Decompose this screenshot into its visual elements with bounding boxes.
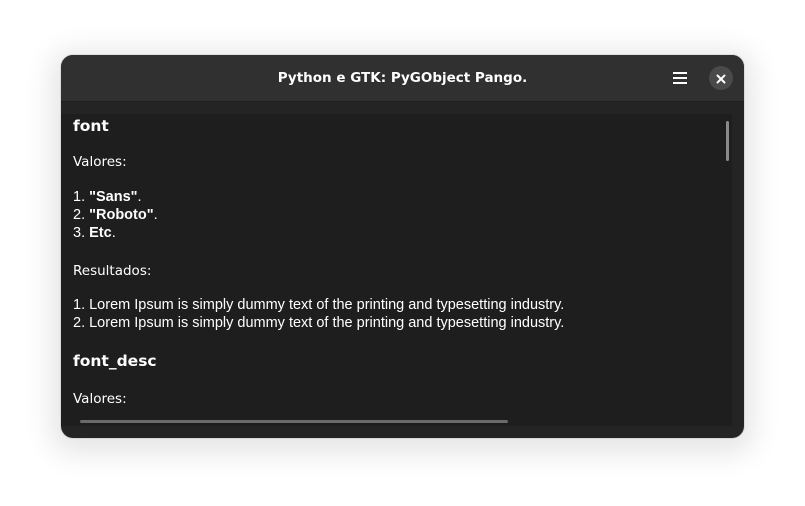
section-heading-font: font (73, 117, 109, 135)
value-item: 1. "Sans". (73, 189, 142, 205)
value-item: 2. "Roboto". (73, 207, 158, 223)
vertical-scrollbar[interactable] (726, 121, 729, 161)
close-button[interactable] (709, 66, 733, 90)
values-label: Valores: (73, 391, 127, 407)
header-bar[interactable]: Python e GTK: PyGObject Pango. (61, 55, 744, 102)
section-heading-font-desc: font_desc (73, 352, 157, 370)
close-icon (716, 69, 726, 88)
hamburger-menu-icon (672, 71, 688, 85)
window-title: Python e GTK: PyGObject Pango. (277, 70, 528, 86)
app-window: Python e GTK: PyGObject Pango. font Valo… (61, 55, 744, 438)
results-label: Resultados: (73, 263, 152, 279)
horizontal-scrollbar[interactable] (80, 420, 508, 423)
values-label: Valores: (73, 154, 127, 170)
scrolled-content[interactable]: font Valores: 1. "Sans". 2. "Roboto". 3.… (61, 114, 732, 426)
menu-button[interactable] (667, 66, 693, 90)
result-item: 1. Lorem Ipsum is simply dummy text of t… (73, 297, 565, 313)
result-item: 2. Lorem Ipsum is simply dummy text of t… (73, 315, 565, 331)
value-item: 3. Etc. (73, 225, 116, 241)
